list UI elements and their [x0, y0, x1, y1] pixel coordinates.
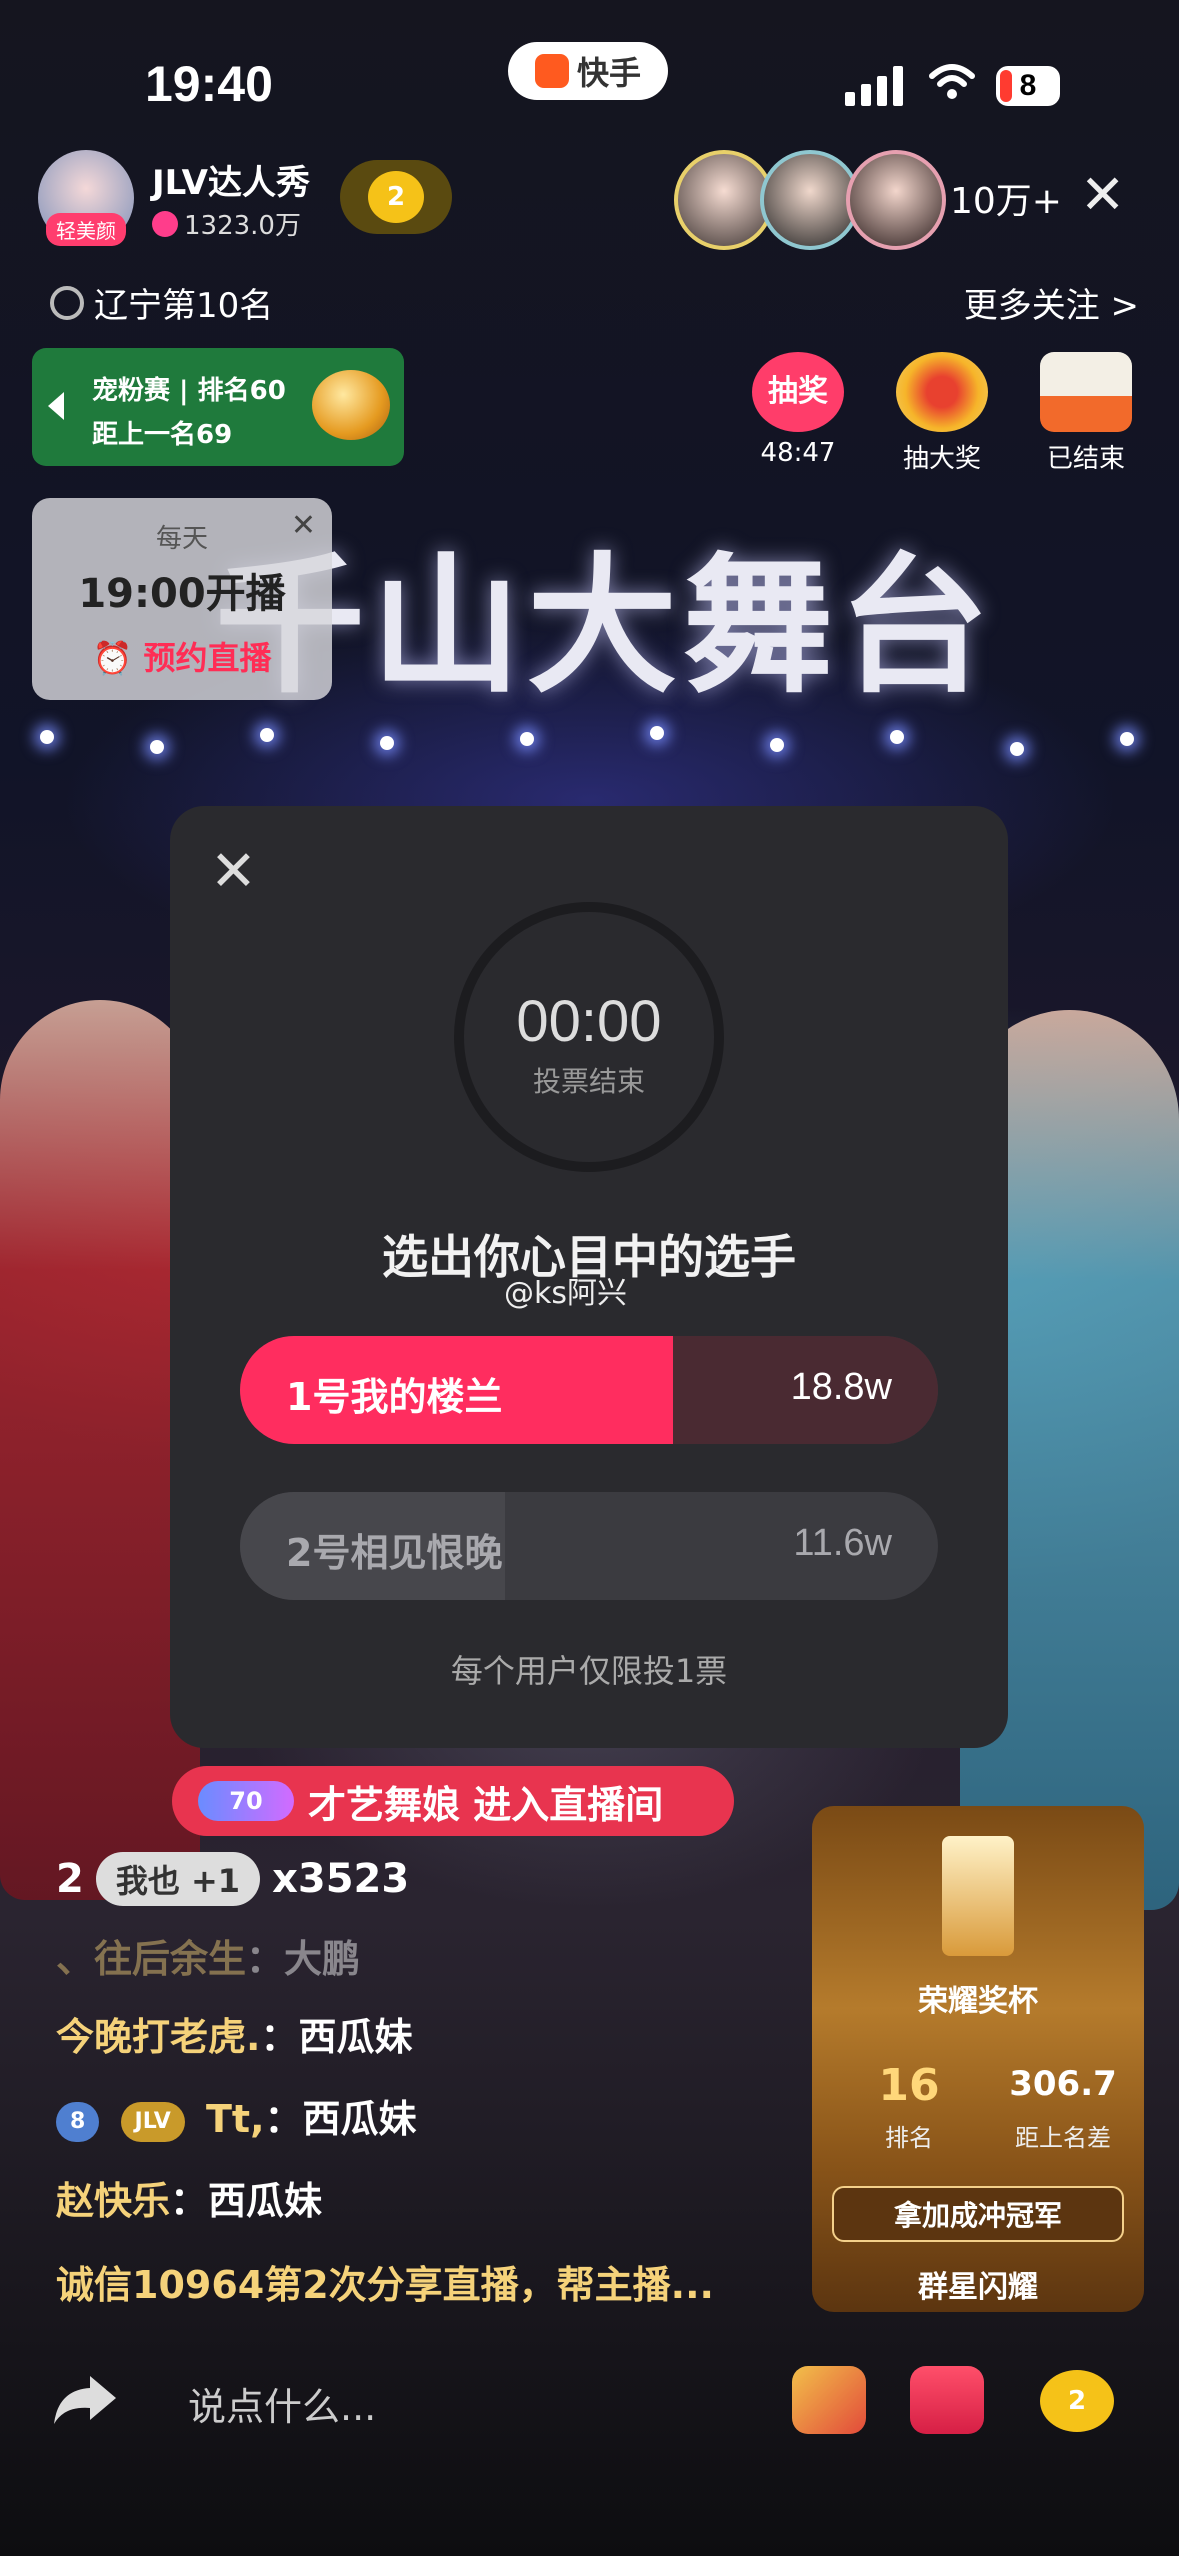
share-icon[interactable]: [50, 2372, 120, 2428]
chat-content: ：西瓜妹: [170, 2179, 323, 2223]
close-live-button[interactable]: ✕: [1080, 168, 1125, 222]
host-likes-count: 1323.0万: [184, 211, 301, 241]
app-indicator: 快手: [508, 42, 668, 100]
chat-user: 赵快乐: [56, 2179, 171, 2223]
boost-button[interactable]: 拿加成冲冠军: [832, 2186, 1124, 2242]
stage-lights: [0, 720, 1179, 780]
close-icon[interactable]: ✕: [291, 508, 316, 543]
host-likes: 1323.0万: [152, 205, 301, 242]
vote-limit-note: 每个用户仅限投1票: [450, 1652, 728, 1690]
chat-message[interactable]: 、往后余生：大鹏: [56, 1928, 360, 1983]
collapse-arrow-icon: [48, 392, 64, 420]
vote-timer: 00:00: [516, 989, 662, 1054]
vote-option-2-label: 2号相见恨晚: [286, 1531, 503, 1575]
more-follow-link[interactable]: 更多关注 >: [964, 278, 1139, 327]
weibo-watermark: @ks阿兴: [504, 1276, 628, 1311]
lottery-countdown: 48:47: [760, 438, 836, 468]
chat-message[interactable]: 诚信10964第2次分享直播，帮主播...: [56, 2254, 714, 2309]
cellular-signal-icon: [845, 62, 905, 106]
chat-message[interactable]: 8 JLV Tt,：西瓜妹: [56, 2088, 417, 2143]
enter-text: 才艺舞娘 进入直播间: [308, 1782, 664, 1827]
vote-option-1-votes: 18.8w: [790, 1366, 892, 1408]
comment-input[interactable]: 说点什么...: [188, 2376, 376, 2431]
coupon-icon[interactable]: [792, 2366, 866, 2434]
gift-icon[interactable]: [910, 2366, 984, 2434]
checkbox-icon: [1040, 352, 1132, 432]
reserve-card: ✕ 每天 19:00开播 ⏰ 预约直播: [32, 498, 332, 700]
fan-level-badge: 8: [56, 2101, 100, 2142]
follow-button[interactable]: 2: [340, 160, 452, 234]
fan-contest-card[interactable]: 宠粉赛 | 排名60 距上一名69: [32, 348, 404, 466]
honor-trophy-card[interactable]: 荣耀奖杯 16 排名 306.7 距上名差 拿加成冲冠军 群星闪耀: [812, 1806, 1144, 2312]
viewer-avatar[interactable]: [846, 150, 946, 250]
viewer-avatar[interactable]: [760, 150, 860, 250]
lottery-widget[interactable]: 抽奖 48:47: [746, 352, 850, 468]
fan-heart-icon: 2: [368, 171, 424, 223]
honor-rank-label: 排名: [885, 2124, 933, 2152]
fan-club-badge: JLV: [120, 2101, 185, 2142]
reserve-frequency: 每天: [155, 524, 208, 554]
reserve-time: 19:00开播: [78, 571, 286, 617]
chat-message[interactable]: 今晚打老虎.：西瓜妹: [56, 2006, 412, 2061]
fan-heart-button[interactable]: 2: [1040, 2370, 1114, 2432]
battery-indicator: 8: [996, 66, 1060, 106]
viewer-count[interactable]: 10万+: [950, 172, 1062, 224]
ended-label: 已结束: [1046, 444, 1125, 474]
combo-row: 2 我也 +1 x3523: [56, 1852, 409, 1906]
heart-gem-icon: [312, 370, 390, 440]
chat-system-text: 诚信10964第2次分享直播，帮主播...: [56, 2263, 714, 2307]
grand-prize-widget[interactable]: 抽大奖: [890, 352, 994, 475]
countdown-ring: 00:00 投票结束: [454, 902, 724, 1172]
chat-user: 今晚打老虎.: [56, 2015, 261, 2059]
honor-rank: 16: [878, 2060, 940, 2111]
battery-fill: [1000, 70, 1012, 102]
stage-backdrop-title: 千山大舞台: [215, 540, 996, 714]
chat-user: 、往后余生: [56, 1937, 247, 1981]
heart-icon: [152, 210, 178, 237]
level-badge: 70: [198, 1781, 294, 1821]
vote-option-1-label: 1号我的楼兰: [286, 1375, 503, 1419]
chat-message[interactable]: 赵快乐：西瓜妹: [56, 2170, 322, 2225]
user-enter-banner: 70 才艺舞娘 进入直播间: [172, 1766, 734, 1836]
beauty-filter-tag: 轻美颜: [46, 213, 126, 246]
viewer-avatar[interactable]: [674, 150, 774, 250]
clock-icon: [50, 285, 84, 320]
ended-widget[interactable]: 已结束: [1034, 352, 1138, 475]
honor-footer: 群星闪耀: [918, 2270, 1038, 2305]
trophy-icon: [942, 1836, 1014, 1956]
vote-status: 投票结束: [532, 1065, 645, 1098]
honor-distance: 306.7: [1009, 2064, 1117, 2104]
chat-content: ：西瓜妹: [260, 2015, 413, 2059]
chat-content: ：大鹏: [246, 1937, 361, 1981]
region-rank[interactable]: 辽宁第10名: [50, 278, 273, 327]
vote-option-1[interactable]: 1号我的楼兰 18.8w: [240, 1336, 938, 1444]
kuaishou-logo-icon: [534, 54, 569, 88]
grand-prize-label: 抽大奖: [902, 444, 981, 474]
contest-gap: 距上一名69: [92, 420, 233, 450]
reserve-button[interactable]: ⏰ 预约直播: [32, 633, 332, 679]
vote-option-2[interactable]: 2号相见恨晚 11.6w: [240, 1492, 938, 1600]
combo-multiplier: x3523: [272, 1856, 410, 1902]
grand-prize-icon: [896, 352, 988, 432]
host-name[interactable]: JLV达人秀: [152, 155, 310, 204]
battery-level: 8: [1019, 69, 1037, 102]
wifi-icon: [929, 64, 975, 99]
reserve-button-label: 预约直播: [143, 639, 272, 677]
me-too-button[interactable]: 我也 +1: [95, 1852, 261, 1906]
chat-user: Tt,: [205, 2097, 265, 2141]
chat-content: ：西瓜妹: [264, 2097, 417, 2141]
region-rank-text: 辽宁第10名: [94, 286, 274, 326]
app-name: 快手: [576, 54, 641, 92]
honor-distance-label: 距上名差: [1015, 2124, 1111, 2152]
contest-rank: 宠粉赛 | 排名60: [92, 376, 286, 406]
combo-count: 2: [56, 1856, 84, 1902]
vote-option-2-votes: 11.6w: [793, 1522, 892, 1564]
honor-title: 荣耀奖杯: [918, 1984, 1038, 2019]
close-icon[interactable]: ✕: [210, 844, 257, 900]
vote-modal: ✕ 00:00 投票结束 选出你心目中的选手 @ks阿兴 1号我的楼兰 18.8…: [170, 806, 1008, 1748]
status-time: 19:40: [145, 56, 273, 112]
lottery-icon: 抽奖: [752, 352, 844, 432]
